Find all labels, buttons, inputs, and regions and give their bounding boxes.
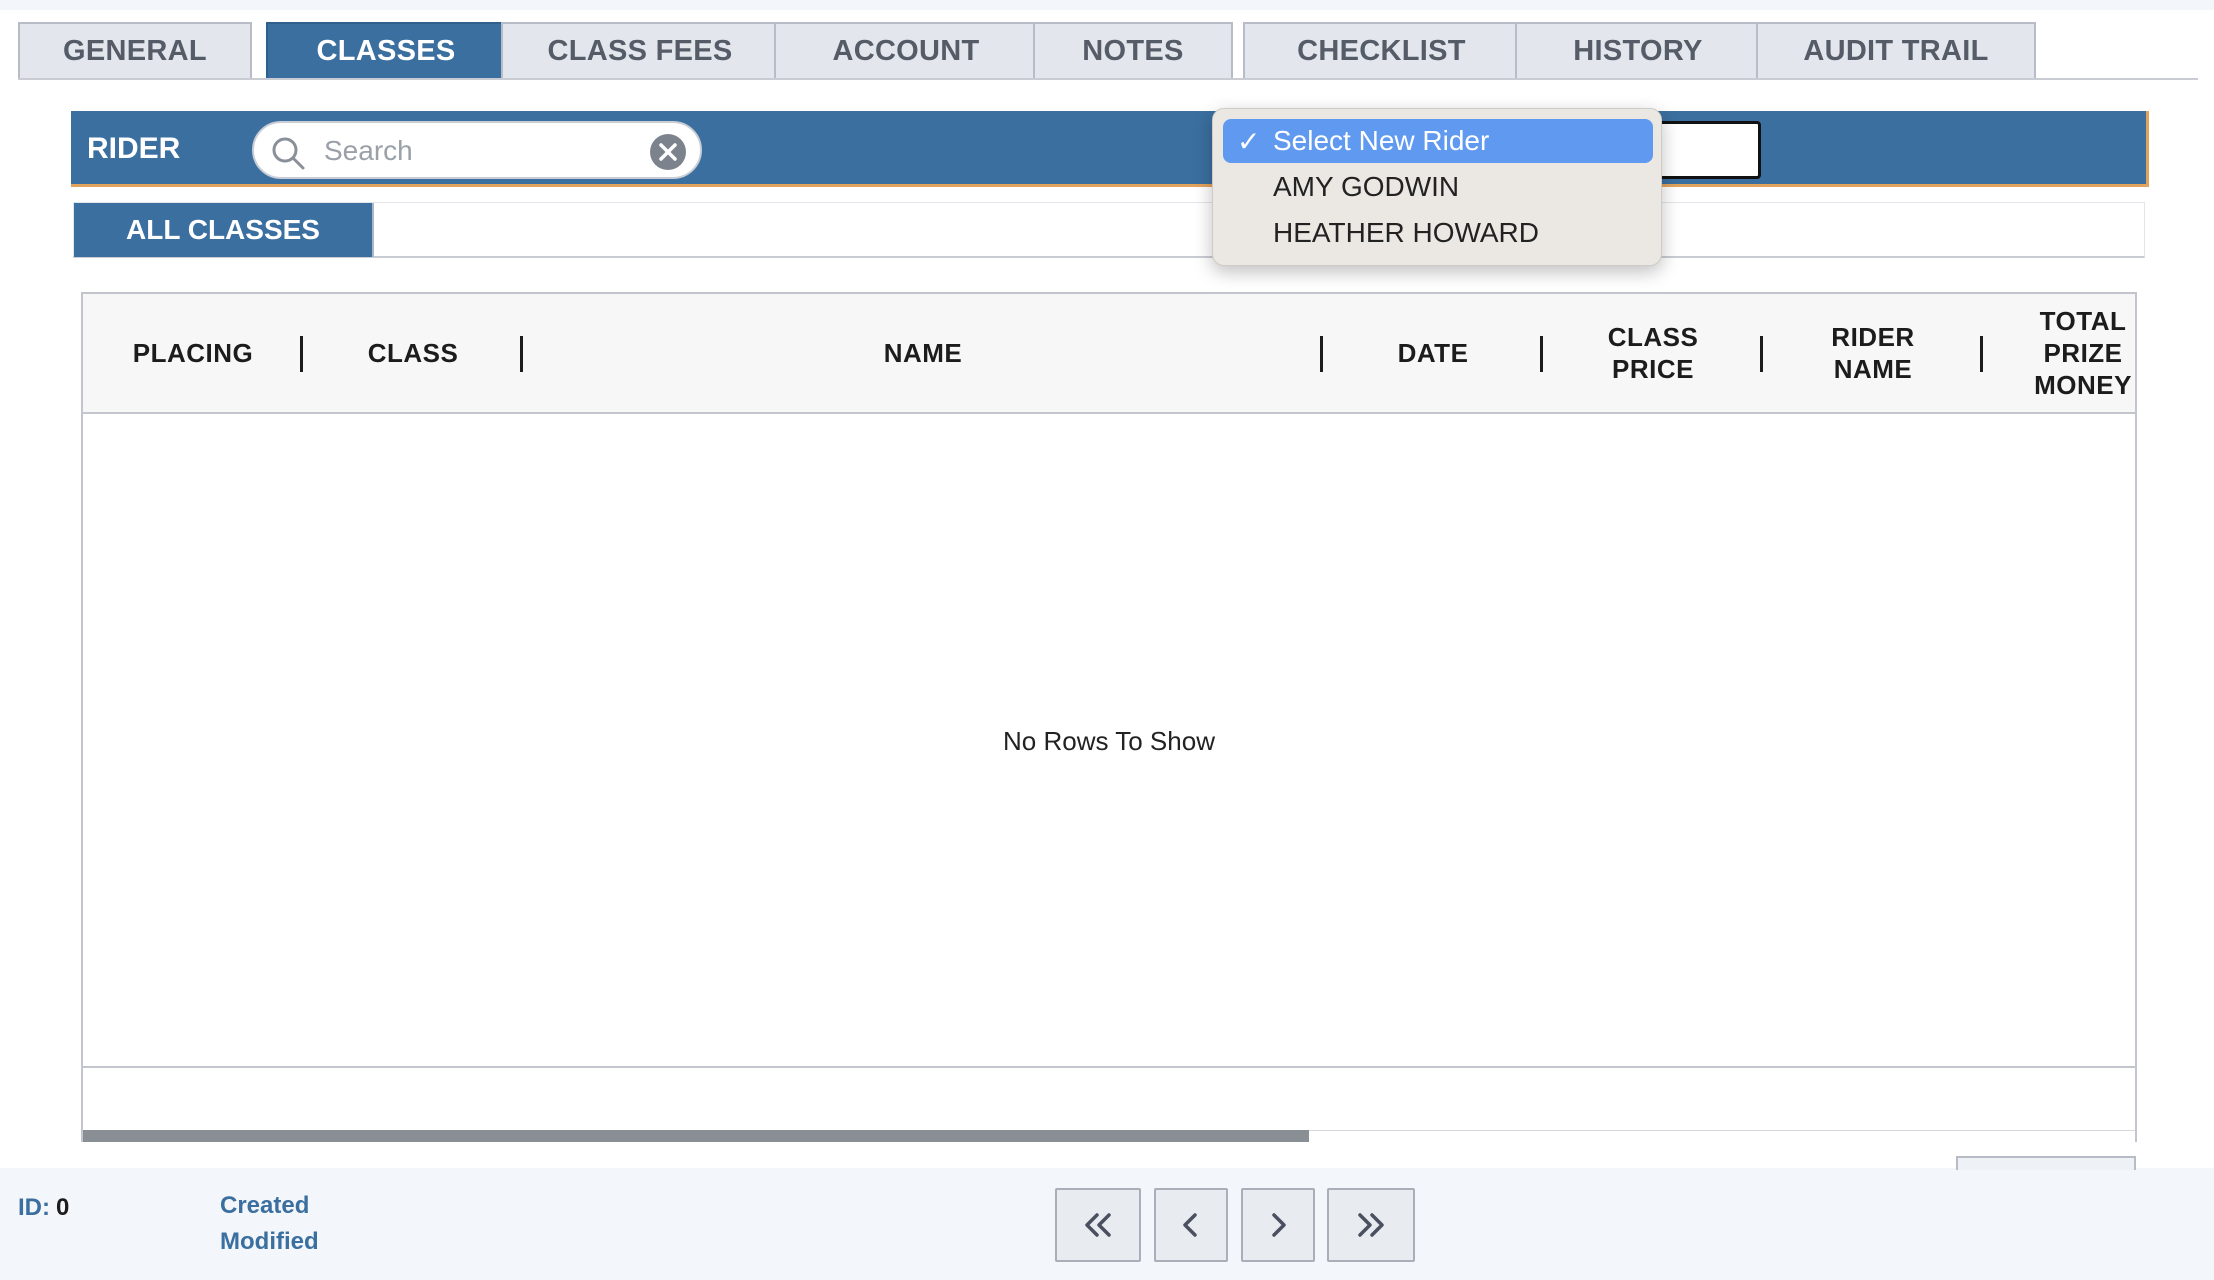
chevron-left-icon [1183,1213,1197,1237]
tab-class-fees[interactable]: CLASS FEES [501,22,779,78]
subtab-row: ALL CLASSES [73,202,2145,258]
last-page-button[interactable] [1327,1188,1415,1262]
grid-header: PLACING CLASS NAME DATE CLASS PRICE RIDE… [83,294,2135,414]
column-header-name[interactable]: NAME [523,294,1323,412]
first-page-button[interactable] [1055,1188,1141,1262]
no-rows-message: No Rows To Show [1003,725,1215,756]
record-id-label: ID: [18,1194,50,1221]
classes-grid: PLACING CLASS NAME DATE CLASS PRICE RIDE… [81,292,2137,1142]
rider-search-input[interactable] [324,129,624,173]
checkmark-icon: ✓ [1237,125,1261,157]
rider-select[interactable] [1651,121,1761,179]
rider-search-box[interactable] [252,121,702,179]
column-header-class[interactable]: CLASS [303,294,523,412]
next-page-button[interactable] [1241,1188,1315,1262]
rider-label: RIDER [87,132,181,165]
column-header-rider-name[interactable]: RIDER NAME [1763,294,1983,412]
grid-footer-divider [83,1066,2135,1068]
dropdown-option-heather-howard[interactable]: HEATHER HOWARD [1223,211,1653,255]
tab-audit-trail[interactable]: AUDIT TRAIL [1756,22,2036,78]
tab-classes[interactable]: CLASSES [266,22,506,78]
dropdown-option-label: AMY GODWIN [1273,171,1460,202]
top-strip [0,0,2214,10]
column-header-total-prize-money[interactable]: TOTAL PRIZE MONEY [2033,294,2133,412]
double-chevron-left-icon [1085,1213,1111,1237]
chevron-right-icon [1272,1213,1286,1237]
double-chevron-right-icon [1358,1213,1384,1237]
tab-bar-underline [18,78,2198,80]
tab-checklist[interactable]: CHECKLIST [1243,22,1520,78]
record-id-value: 0 [56,1194,70,1221]
tab-notes[interactable]: NOTES [1033,22,1233,78]
modified-label: Modified [220,1228,319,1255]
grid-corner-button[interactable] [1956,1156,2136,1170]
horizontal-scrollbar-thumb[interactable] [83,1130,1309,1142]
created-label: Created [220,1192,310,1219]
grid-body: No Rows To Show [83,414,2135,1068]
tab-general[interactable]: GENERAL [18,22,252,78]
column-header-class-price[interactable]: CLASS PRICE [1543,294,1763,412]
column-header-date[interactable]: DATE [1323,294,1543,412]
column-header-placing[interactable]: PLACING [83,294,303,412]
dropdown-option-select-new-rider[interactable]: ✓ Select New Rider [1223,119,1653,163]
subtab-all-classes[interactable]: ALL CLASSES [74,203,374,257]
rider-bar: RIDER [71,111,2149,187]
dropdown-option-amy-godwin[interactable]: AMY GODWIN [1223,165,1653,209]
dropdown-option-label: HEATHER HOWARD [1273,217,1539,248]
rider-dropdown-menu: ✓ Select New Rider AMY GODWIN HEATHER HO… [1212,108,1662,266]
clear-icon[interactable] [649,133,687,171]
tab-history[interactable]: HISTORY [1515,22,1761,78]
dropdown-option-label: Select New Rider [1273,125,1490,156]
previous-page-button[interactable] [1154,1188,1228,1262]
search-icon [272,137,305,170]
column-resize-handle[interactable] [1980,336,1983,372]
tab-account[interactable]: ACCOUNT [774,22,1038,78]
